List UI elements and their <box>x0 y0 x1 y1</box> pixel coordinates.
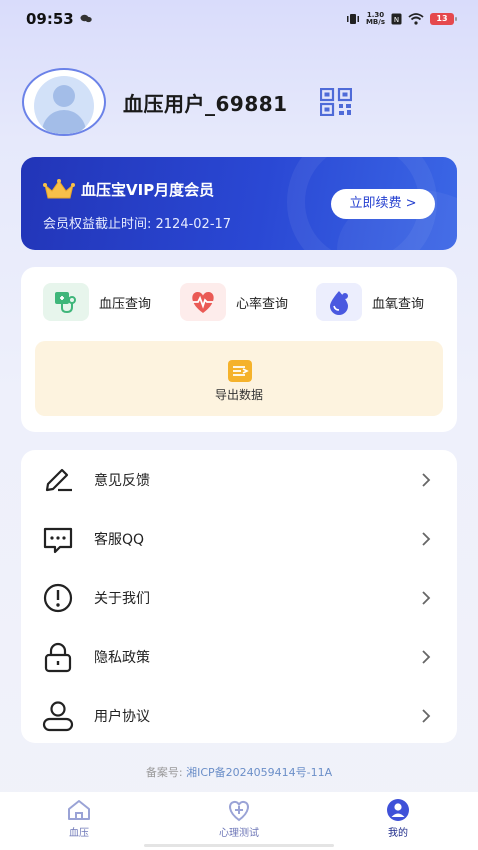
chevron-right-icon <box>422 472 431 487</box>
home-icon <box>68 800 90 820</box>
avatar[interactable] <box>22 68 106 136</box>
svg-text:N: N <box>394 16 399 24</box>
home-indicator <box>144 844 334 847</box>
user-icon <box>42 700 74 731</box>
list-item-feedback[interactable]: 意见反馈 <box>21 450 457 509</box>
stethoscope-icon <box>43 283 89 321</box>
renew-button[interactable]: 立即续费 > <box>331 189 435 219</box>
export-data-button[interactable]: 导出数据 <box>35 341 443 416</box>
battery-indicator: 13 <box>430 13 457 25</box>
list-item-user-agreement[interactable]: 用户协议 <box>21 686 457 745</box>
status-indicators: 1.30 MB/s N 13 <box>346 10 457 28</box>
vip-title: 血压宝VIP月度会员 <box>81 181 215 199</box>
icp-label: 备案号: <box>145 766 183 779</box>
list-item-about-us[interactable]: 关于我们 <box>21 568 457 627</box>
function-label: 血压查询 <box>99 296 152 312</box>
list-item-label: 客服QQ <box>94 531 145 548</box>
crown-icon <box>43 179 75 199</box>
sim-icon: N <box>391 13 402 25</box>
vip-expiry: 会员权益截止时间: 2124-02-17 <box>43 217 232 232</box>
chevron-right-icon <box>422 649 431 664</box>
nav-item-mine[interactable]: 我的 <box>353 798 443 839</box>
status-bar: 09:53 1.30 MB/s N 13 <box>0 0 478 38</box>
export-data-label: 导出数据 <box>214 388 263 402</box>
export-icon <box>228 360 252 382</box>
vibrate-icon <box>346 14 359 24</box>
status-time: 09:53 <box>26 10 74 28</box>
blood-drop-icon <box>316 283 362 321</box>
pen-icon <box>45 468 72 491</box>
message-icon <box>43 527 73 553</box>
nav-label: 血压 <box>69 828 89 839</box>
psych-test-icon <box>229 800 249 822</box>
list-item-customer-service[interactable]: 客服QQ <box>21 509 457 568</box>
list-item-label: 意见反馈 <box>94 472 150 489</box>
settings-list: 意见反馈 客服QQ 关于我们 隐私政策 用户协议 <box>21 450 457 743</box>
nav-item-blood-pressure[interactable]: 血压 <box>34 798 124 839</box>
chevron-right-icon <box>422 708 431 723</box>
username: 血压用户_69881 <box>123 92 288 116</box>
heart-rate-query[interactable]: 心率查询 <box>180 283 288 321</box>
list-item-privacy-policy[interactable]: 隐私政策 <box>21 627 457 686</box>
functions-card: 血压查询 心率查询 血氧查询 导出数据 <box>21 267 457 432</box>
blood-pressure-query[interactable]: 血压查询 <box>43 283 151 321</box>
qr-code-icon[interactable] <box>320 88 352 116</box>
profile-icon <box>387 799 409 821</box>
list-item-label: 用户协议 <box>94 708 150 725</box>
list-item-label: 关于我们 <box>94 590 150 607</box>
nav-item-psych-test[interactable]: 心理测试 <box>194 798 284 839</box>
icp-link[interactable]: 湘ICP备2024059414号-11A <box>186 766 332 779</box>
list-item-label: 隐私政策 <box>94 649 150 666</box>
bottom-nav: 血压 心理测试 我的 <box>0 792 478 850</box>
wifi-icon <box>408 13 424 25</box>
vip-card: 血压宝VIP月度会员 会员权益截止时间: 2124-02-17 立即续费 > <box>21 157 457 250</box>
chat-notification-icon <box>80 14 92 23</box>
blood-oxygen-query[interactable]: 血氧查询 <box>316 283 424 321</box>
icp-record: 备案号: 湘ICP备2024059414号-11A <box>0 764 478 780</box>
lock-icon <box>44 642 72 672</box>
chevron-right-icon <box>422 531 431 546</box>
avatar-placeholder-icon <box>34 76 94 134</box>
network-speed: 1.30 MB/s <box>365 11 385 26</box>
function-label: 心率查询 <box>236 296 289 312</box>
info-icon <box>43 583 73 612</box>
nav-label: 我的 <box>388 828 408 839</box>
chevron-right-icon <box>422 590 431 605</box>
heart-pulse-icon <box>180 283 226 321</box>
function-label: 血氧查询 <box>372 296 425 312</box>
nav-label: 心理测试 <box>219 828 259 839</box>
